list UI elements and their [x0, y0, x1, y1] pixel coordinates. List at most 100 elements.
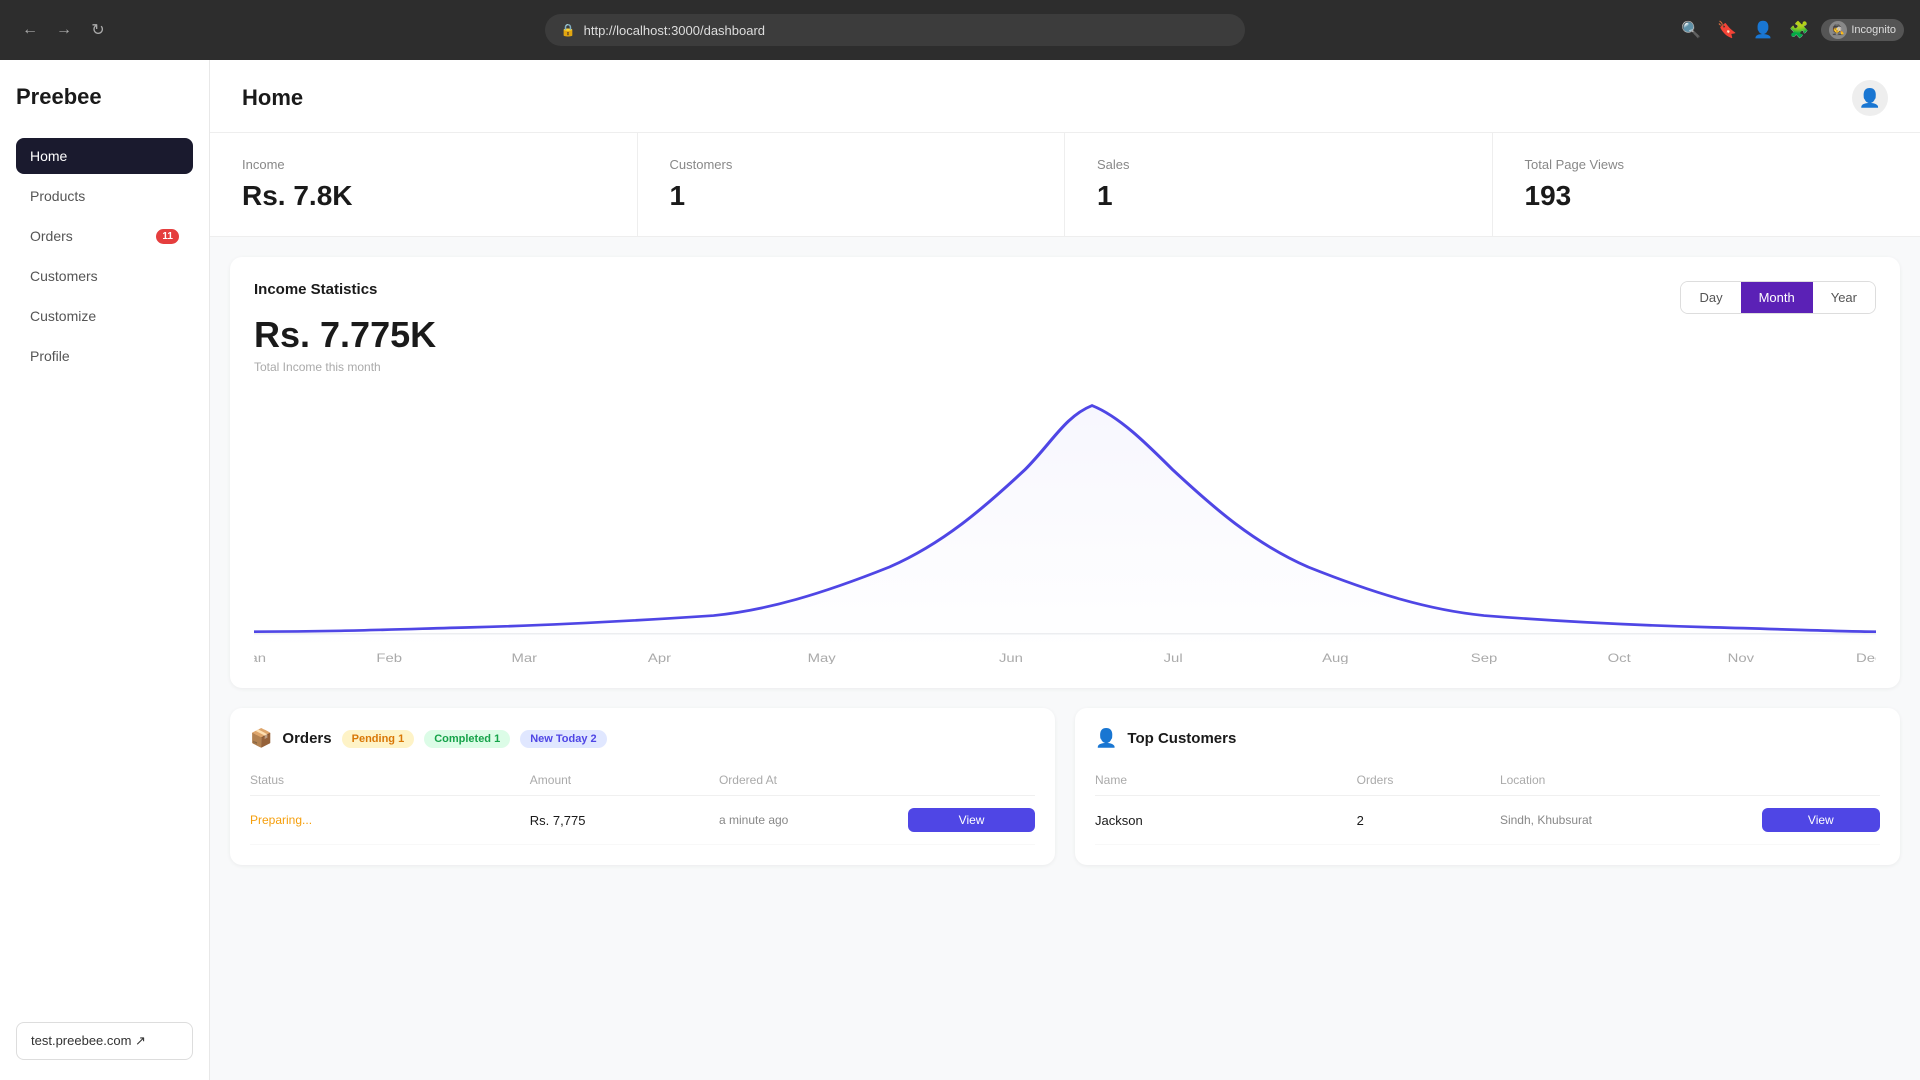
browser-nav-buttons: ← → ↻	[16, 16, 112, 44]
order-time: a minute ago	[719, 813, 900, 827]
table-row: Preparing... Rs. 7,775 a minute ago View	[250, 796, 1035, 845]
forward-button[interactable]: →	[50, 16, 78, 44]
top-customers-card: 👤 Top Customers Name Orders Location Jac…	[1075, 708, 1900, 865]
chart-label-apr: Apr	[648, 651, 672, 664]
sidebar-item-label-profile: Profile	[30, 348, 70, 364]
logo: Preebee	[16, 80, 193, 114]
account-button[interactable]: 👤	[1749, 16, 1777, 44]
external-link-button[interactable]: test.preebee.com ↗	[16, 1022, 193, 1060]
sidebar-item-label-customize: Customize	[30, 308, 96, 324]
chart-label-oct: Oct	[1608, 651, 1631, 664]
customers-table-header: Name Orders Location	[1095, 765, 1880, 796]
chart-label-dec: Dec	[1856, 651, 1876, 664]
incognito-badge: 🕵 Incognito	[1821, 19, 1904, 41]
sidebar-item-label-home: Home	[30, 148, 67, 164]
orders-table-header: Status Amount Ordered At	[250, 765, 1035, 796]
sidebar-item-orders[interactable]: Orders 11	[16, 218, 193, 254]
sidebar-item-customers[interactable]: Customers	[16, 258, 193, 294]
sidebar-item-profile[interactable]: Profile	[16, 338, 193, 374]
orders-card: 📦 Orders Pending 1 Completed 1 New Today…	[230, 708, 1055, 865]
income-subtitle: Total Income this month	[254, 360, 436, 374]
income-header: Income Statistics Rs. 7.775K Total Incom…	[254, 281, 1876, 374]
orders-col-action	[908, 773, 1035, 787]
customer-orders: 2	[1357, 813, 1492, 828]
customers-col-location: Location	[1500, 773, 1754, 787]
orders-col-ordered-at: Ordered At	[719, 773, 900, 787]
lock-icon: 🔒	[561, 23, 576, 37]
bottom-section: 📦 Orders Pending 1 Completed 1 New Today…	[230, 708, 1900, 865]
extensions-button[interactable]: 🧩	[1785, 16, 1813, 44]
orders-col-amount: Amount	[530, 773, 711, 787]
income-info: Income Statistics Rs. 7.775K Total Incom…	[254, 281, 436, 374]
browser-chrome: ← → ↻ 🔒 http://localhost:3000/dashboard …	[0, 0, 1920, 60]
url-text: http://localhost:3000/dashboard	[584, 23, 1229, 38]
sidebar-item-products[interactable]: Products	[16, 178, 193, 214]
customer-location: Sindh, Khubsurat	[1500, 813, 1754, 827]
orders-card-title: Orders	[282, 730, 331, 747]
stat-value-sales: 1	[1097, 180, 1460, 212]
chart-label-aug: Aug	[1322, 651, 1348, 664]
stat-label-sales: Sales	[1097, 157, 1460, 172]
income-section: Income Statistics Rs. 7.775K Total Incom…	[230, 257, 1900, 688]
browser-actions: 🔍 🔖 👤 🧩 🕵 Incognito	[1677, 16, 1904, 44]
customers-col-orders: Orders	[1357, 773, 1492, 787]
sidebar-item-label-customers: Customers	[30, 268, 98, 284]
stat-card-pageviews: Total Page Views 193	[1493, 133, 1920, 236]
orders-card-header: 📦 Orders Pending 1 Completed 1 New Today…	[250, 728, 1035, 749]
user-avatar-button[interactable]: 👤	[1852, 80, 1888, 116]
bookmark-button[interactable]: 🔖	[1713, 16, 1741, 44]
badge-pending: Pending 1	[342, 730, 415, 748]
chart-svg: Jan Feb Mar Apr May Jun Jul Aug Sep Oct …	[254, 384, 1876, 664]
chart-label-may: May	[808, 651, 836, 664]
stat-value-income: Rs. 7.8K	[242, 180, 605, 212]
stat-card-customers: Customers 1	[638, 133, 1066, 236]
incognito-label: Incognito	[1851, 24, 1896, 36]
stat-value-customers: 1	[670, 180, 1033, 212]
chart-label-jun: Jun	[999, 651, 1023, 664]
back-button[interactable]: ←	[16, 16, 44, 44]
sidebar-item-home[interactable]: Home	[16, 138, 193, 174]
period-year-button[interactable]: Year	[1813, 282, 1875, 313]
badge-new-today: New Today 2	[520, 730, 606, 748]
incognito-icon: 🕵	[1829, 21, 1847, 39]
reload-button[interactable]: ↻	[84, 16, 112, 44]
chart-label-mar: Mar	[512, 651, 538, 664]
sidebar-item-label-orders: Orders	[30, 228, 73, 244]
stats-row: Income Rs. 7.8K Customers 1 Sales 1 Tota…	[210, 133, 1920, 237]
orders-icon: 📦	[250, 728, 272, 749]
stat-label-income: Income	[242, 157, 605, 172]
chart-label-feb: Feb	[376, 651, 402, 664]
address-bar[interactable]: 🔒 http://localhost:3000/dashboard	[545, 14, 1245, 46]
customer-view-button[interactable]: View	[1762, 808, 1880, 832]
chart-label-sep: Sep	[1471, 651, 1497, 664]
nav-menu: Home Products Orders 11 Customers Custom…	[16, 138, 193, 374]
orders-col-status: Status	[250, 773, 522, 787]
order-status: Preparing...	[250, 813, 522, 827]
period-month-button[interactable]: Month	[1741, 282, 1813, 313]
order-amount: Rs. 7,775	[530, 813, 711, 828]
sidebar: Preebee Home Products Orders 11 Customer…	[0, 60, 210, 1080]
customers-col-action	[1762, 773, 1880, 787]
stat-card-sales: Sales 1	[1065, 133, 1493, 236]
customers-card-header: 👤 Top Customers	[1095, 728, 1880, 749]
external-link-label: test.preebee.com ↗	[31, 1033, 146, 1049]
search-button[interactable]: 🔍	[1677, 16, 1705, 44]
period-day-button[interactable]: Day	[1681, 282, 1740, 313]
stat-card-income: Income Rs. 7.8K	[210, 133, 638, 236]
app-layout: Preebee Home Products Orders 11 Customer…	[0, 60, 1920, 1080]
stat-label-pageviews: Total Page Views	[1525, 157, 1889, 172]
stat-value-pageviews: 193	[1525, 180, 1889, 212]
table-row: Jackson 2 Sindh, Khubsurat View	[1095, 796, 1880, 845]
customer-name: Jackson	[1095, 813, 1349, 828]
main-content: Home 👤 Income Rs. 7.8K Customers 1 Sales…	[210, 60, 1920, 1080]
chart-label-nov: Nov	[1728, 651, 1755, 664]
chart-label-jan: Jan	[254, 651, 266, 664]
main-header: Home 👤	[210, 60, 1920, 133]
page-title: Home	[242, 85, 303, 111]
customers-card-title: Top Customers	[1127, 730, 1236, 747]
order-view-button[interactable]: View	[908, 808, 1035, 832]
orders-badge: 11	[156, 229, 179, 244]
income-chart: Jan Feb Mar Apr May Jun Jul Aug Sep Oct …	[254, 384, 1876, 664]
period-buttons: Day Month Year	[1680, 281, 1876, 314]
sidebar-item-customize[interactable]: Customize	[16, 298, 193, 334]
